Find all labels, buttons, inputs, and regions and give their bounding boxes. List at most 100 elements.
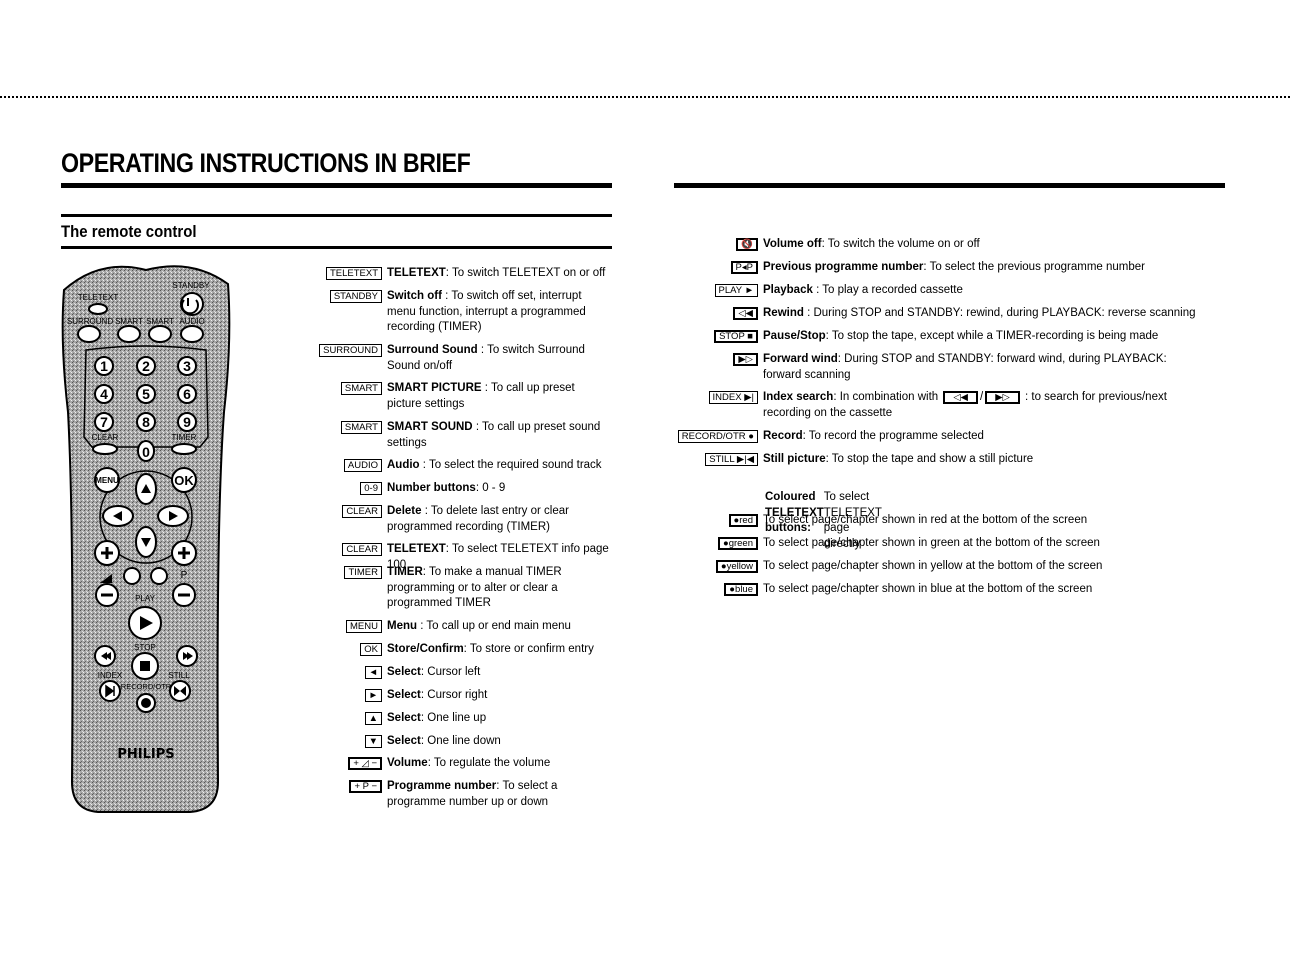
item-description: To select page/chapter shown in red at t… (763, 514, 1088, 526)
item-term: Select (387, 666, 421, 678)
coloured-item: ● blue To select page/chapter shown in blu… (670, 582, 1210, 598)
digit-0: 0 (142, 444, 150, 460)
item-term: Forward wind (763, 353, 838, 365)
list-item: SMART SMART PICTURE : To call up preset p… (300, 381, 610, 412)
key-label: CLEAR (342, 505, 382, 518)
item-term: TIMER (387, 566, 423, 578)
item-text: : To store or confirm entry (463, 643, 594, 655)
digit-3: 3 (183, 358, 191, 374)
item-term: Delete (387, 505, 422, 517)
item-description: Programme number: To select a programme … (387, 779, 609, 810)
item-description: Select: One line down (387, 734, 609, 750)
inline-rewind-key: ◁◀ (943, 391, 978, 404)
key-label: ◁◀ (733, 307, 758, 320)
item-term: Programme number (387, 780, 497, 792)
list-item: + ◿ − Volume: To regulate the volume (300, 756, 610, 772)
item-term: Pause/Stop (763, 330, 826, 342)
item-description: Select: Cursor right (387, 688, 609, 704)
key-cell: ◁◀ (670, 307, 758, 320)
list-item: ▶▷ Forward wind: During STOP and STANDBY:… (670, 352, 1210, 383)
item-text: : To record the programme selected (802, 430, 984, 442)
list-item: + P − Programme number: To select a progr… (300, 779, 610, 810)
item-term: Previous programme number (763, 261, 924, 273)
remote-label-still: STILL (168, 671, 190, 680)
surround-button (77, 325, 101, 343)
title-rule-left (61, 183, 612, 188)
remote-label-teletext: TELETEXT (78, 293, 119, 302)
list-item: RECORD/OTR ● Record: To record the progra… (670, 429, 1210, 445)
key-label: CLEAR (342, 543, 382, 556)
item-description: To select page/chapter shown in yellow a… (763, 560, 1103, 572)
key-label: SURROUND (319, 344, 382, 357)
list-item: MENU Menu : To call up or end main menu (300, 619, 610, 635)
item-description: Forward wind: During STOP and STANDBY: f… (763, 352, 1203, 383)
item-description: Rewind : During STOP and STANDBY: rewind… (763, 306, 1203, 322)
list-item: OK Store/Confirm: To store or confirm ent… (300, 642, 610, 658)
list-item: 🔇 Volume off: To switch the volume on or … (670, 237, 1210, 253)
remote-label-play: PLAY (135, 594, 156, 603)
list-item: SMART SMART SOUND : To call up preset sou… (300, 420, 610, 451)
item-description: Select: Cursor left (387, 665, 609, 681)
key-cell: ▼ (300, 735, 382, 748)
list-item: ◄ Select: Cursor left (300, 665, 610, 681)
key-cell: TELETEXT (300, 267, 382, 280)
key-label: P◂P (730, 261, 758, 274)
item-description: Playback : To play a recorded cassette (763, 283, 1203, 299)
item-description: Menu : To call up or end main menu (387, 619, 609, 635)
item-description: Previous programme number: To select the… (763, 260, 1203, 276)
key-cell: AUDIO (300, 459, 382, 472)
remote-label-clear: CLEAR (92, 433, 119, 442)
item-text: : To stop the tape, except while a TIMER… (825, 330, 1159, 342)
key-cell: 0-9 (300, 482, 382, 495)
item-term: Select (387, 689, 421, 701)
item-description: Volume: To regulate the volume (387, 756, 609, 772)
remote-label-p: P (181, 570, 188, 581)
list-item: STOP ■ Pause/Stop: To stop the tape, exce… (670, 329, 1210, 345)
title-rule-right (674, 183, 1225, 188)
item-description: To select page/chapter shown in blue at … (763, 583, 1093, 595)
key-label: TIMER (344, 566, 382, 579)
item-text: : Cursor right (420, 689, 488, 701)
smart-picture-button (117, 325, 141, 343)
item-text: : 0 - 9 (475, 482, 506, 494)
list-item: CLEAR Delete : To delete last entry or cl… (300, 504, 610, 535)
item-term: Surround Sound (387, 344, 478, 356)
item-text: : To select the previous programme numbe… (923, 261, 1145, 273)
item-description: TIMER: To make a manual TIMER programmin… (387, 565, 609, 612)
digit-9: 9 (183, 414, 191, 430)
key-cell: PLAY ► (670, 284, 758, 297)
item-description: Select: One line up (387, 711, 609, 727)
item-text: : To play a recorded cassette (812, 284, 963, 296)
coloured-key-red: ● red (728, 514, 758, 527)
remote-control-illustration: TELETEXT STANDBY SURROUND SMART SMART AU… (61, 265, 231, 813)
item-text: : To select the required sound track (419, 459, 602, 471)
item-description: Pause/Stop: To stop the tape, except whi… (763, 329, 1203, 345)
key-cell: OK (300, 643, 382, 656)
key-cell: RECORD/OTR ● (670, 430, 758, 443)
item-description: Audio : To select the required sound tra… (387, 458, 609, 474)
key-label: OK (360, 643, 382, 656)
item-description: Index search: In combination with ◁◀ / ▶▷ … (763, 390, 1203, 421)
item-term: Audio (387, 459, 420, 471)
list-item: ▼ Select: One line down (300, 734, 610, 750)
item-term: TELETEXT (387, 267, 446, 279)
item-text: : To stop the tape and show a still pict… (825, 453, 1034, 465)
page-title: OPERATING INSTRUCTIONS IN BRIEF (61, 148, 471, 178)
list-item: SURROUND Surround Sound : To switch Surro… (300, 343, 610, 374)
section-title: The remote control (61, 222, 197, 241)
key-label: INDEX ▶| (708, 391, 758, 404)
remote-label-audio: AUDIO (179, 317, 204, 326)
remote-label-stop: STOP (134, 643, 156, 652)
item-term: Index search (763, 391, 834, 403)
ok-button-label: OK (174, 473, 194, 488)
colour-name: green (728, 538, 753, 549)
key-label: RECORD/OTR ● (677, 430, 758, 443)
item-term: Select (387, 712, 421, 724)
coloured-item: ● red To select page/chapter shown in red … (670, 513, 1210, 529)
item-text: : During STOP and STANDBY: rewind, durin… (803, 307, 1196, 319)
digit-6: 6 (183, 386, 191, 402)
key-cell: + P − (300, 780, 382, 793)
key-cell: ● green (670, 537, 758, 550)
item-term: TELETEXT (387, 543, 446, 555)
coloured-item: ● yellow To select page/chapter shown in y… (670, 559, 1210, 575)
